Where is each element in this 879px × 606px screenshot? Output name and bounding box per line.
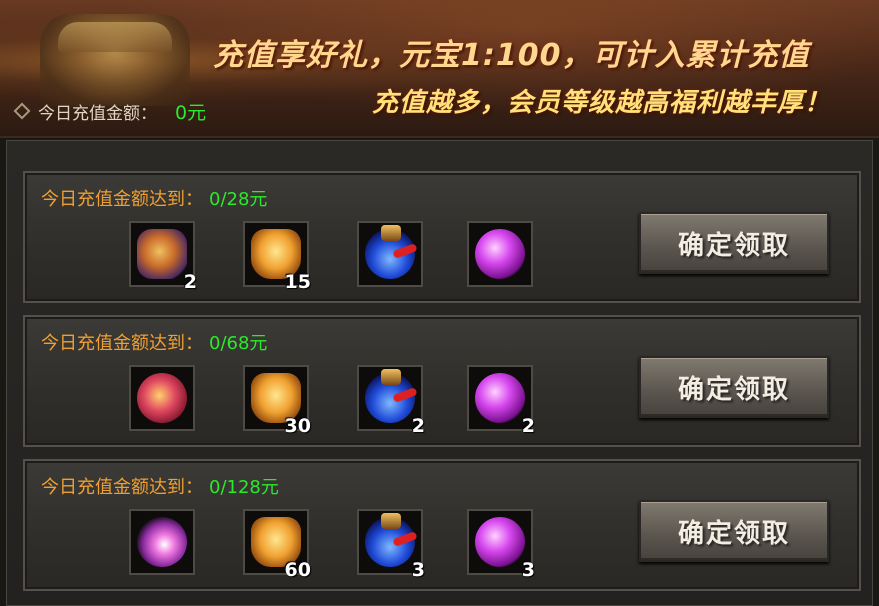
pink-sparkle-icon <box>137 517 187 567</box>
reward-item-slot[interactable] <box>467 221 533 287</box>
reward-item-slot[interactable]: 15 <box>243 221 311 293</box>
reward-tier-row: 今日充值金额达到： 0/28元 2 15 确定领取 <box>23 171 861 303</box>
purple-orb-icon <box>475 517 525 567</box>
potion-neck-decoration <box>381 513 401 529</box>
potion-neck-decoration <box>381 225 401 241</box>
reward-item-slot[interactable]: 30 <box>243 365 311 437</box>
tier-condition: 今日充值金额达到： 0/128元 <box>41 473 279 499</box>
diamond-bullet-icon <box>13 102 31 120</box>
tier-condition: 今日充值金额达到： 0/68元 <box>41 329 267 355</box>
tier-progress: 0/68元 <box>209 333 268 354</box>
purple-orb-icon <box>475 229 525 279</box>
recharge-banner: 充值享好礼，元宝1:100，可计入累计充值 充值越多，会员等级越高福利越丰厚！ … <box>0 0 879 138</box>
armor-icon <box>137 229 187 279</box>
item-count: 3 <box>521 559 535 581</box>
item-count: 2 <box>521 415 535 437</box>
claim-reward-button[interactable]: 确定领取 <box>639 356 829 418</box>
tier-condition-label: 今日充值金额达到： <box>41 189 203 210</box>
tier-condition-label: 今日充值金额达到： <box>41 333 203 354</box>
today-recharge-summary: 今日充值金额： 0元 <box>13 98 207 124</box>
potion-neck-decoration <box>381 369 401 385</box>
claim-reward-button[interactable]: 确定领取 <box>639 500 829 562</box>
chest-lid-decoration <box>58 22 172 52</box>
claim-reward-button[interactable]: 确定领取 <box>639 212 829 274</box>
reward-item-slot[interactable]: 3 <box>357 509 425 581</box>
reward-item-slot[interactable]: 2 <box>357 365 425 437</box>
banner-subheadline: 充值越多，会员等级越高福利越丰厚！ <box>372 88 832 118</box>
banner-headline: 充值享好礼，元宝1:100，可计入累计充值 <box>213 38 810 73</box>
reward-tier-row: 今日充值金额达到： 0/68元 30 2 2 确定领取 <box>23 315 861 447</box>
item-count: 60 <box>284 559 311 581</box>
today-recharge-label: 今日充值金额： <box>38 103 157 124</box>
red-gold-egg-icon <box>137 373 187 423</box>
reward-item-slot[interactable]: 2 <box>129 221 197 293</box>
reward-tier-row: 今日充值金额达到： 0/128元 60 3 3 确定领取 <box>23 459 861 591</box>
reward-tier-list: 今日充值金额达到： 0/28元 2 15 确定领取 今日充值金额达到： 0/68元 <box>6 140 873 606</box>
item-count: 3 <box>411 559 425 581</box>
tier-progress: 0/28元 <box>209 189 268 210</box>
reward-item-slot[interactable]: 3 <box>467 509 535 581</box>
item-count: 2 <box>411 415 425 437</box>
item-count: 30 <box>284 415 311 437</box>
reward-item-slot[interactable] <box>129 365 195 431</box>
tier-condition-label: 今日充值金额达到： <box>41 477 203 498</box>
reward-item-slot[interactable] <box>129 509 195 575</box>
reward-item-slot[interactable]: 60 <box>243 509 311 581</box>
tier-progress: 0/128元 <box>209 477 279 498</box>
item-count: 2 <box>183 271 197 293</box>
tier-condition: 今日充值金额达到： 0/28元 <box>41 185 267 211</box>
item-count: 15 <box>284 271 311 293</box>
reward-item-slot[interactable]: 2 <box>467 365 535 437</box>
purple-orb-icon <box>475 373 525 423</box>
today-recharge-value: 0元 <box>175 101 207 124</box>
reward-item-slot[interactable] <box>357 221 423 287</box>
